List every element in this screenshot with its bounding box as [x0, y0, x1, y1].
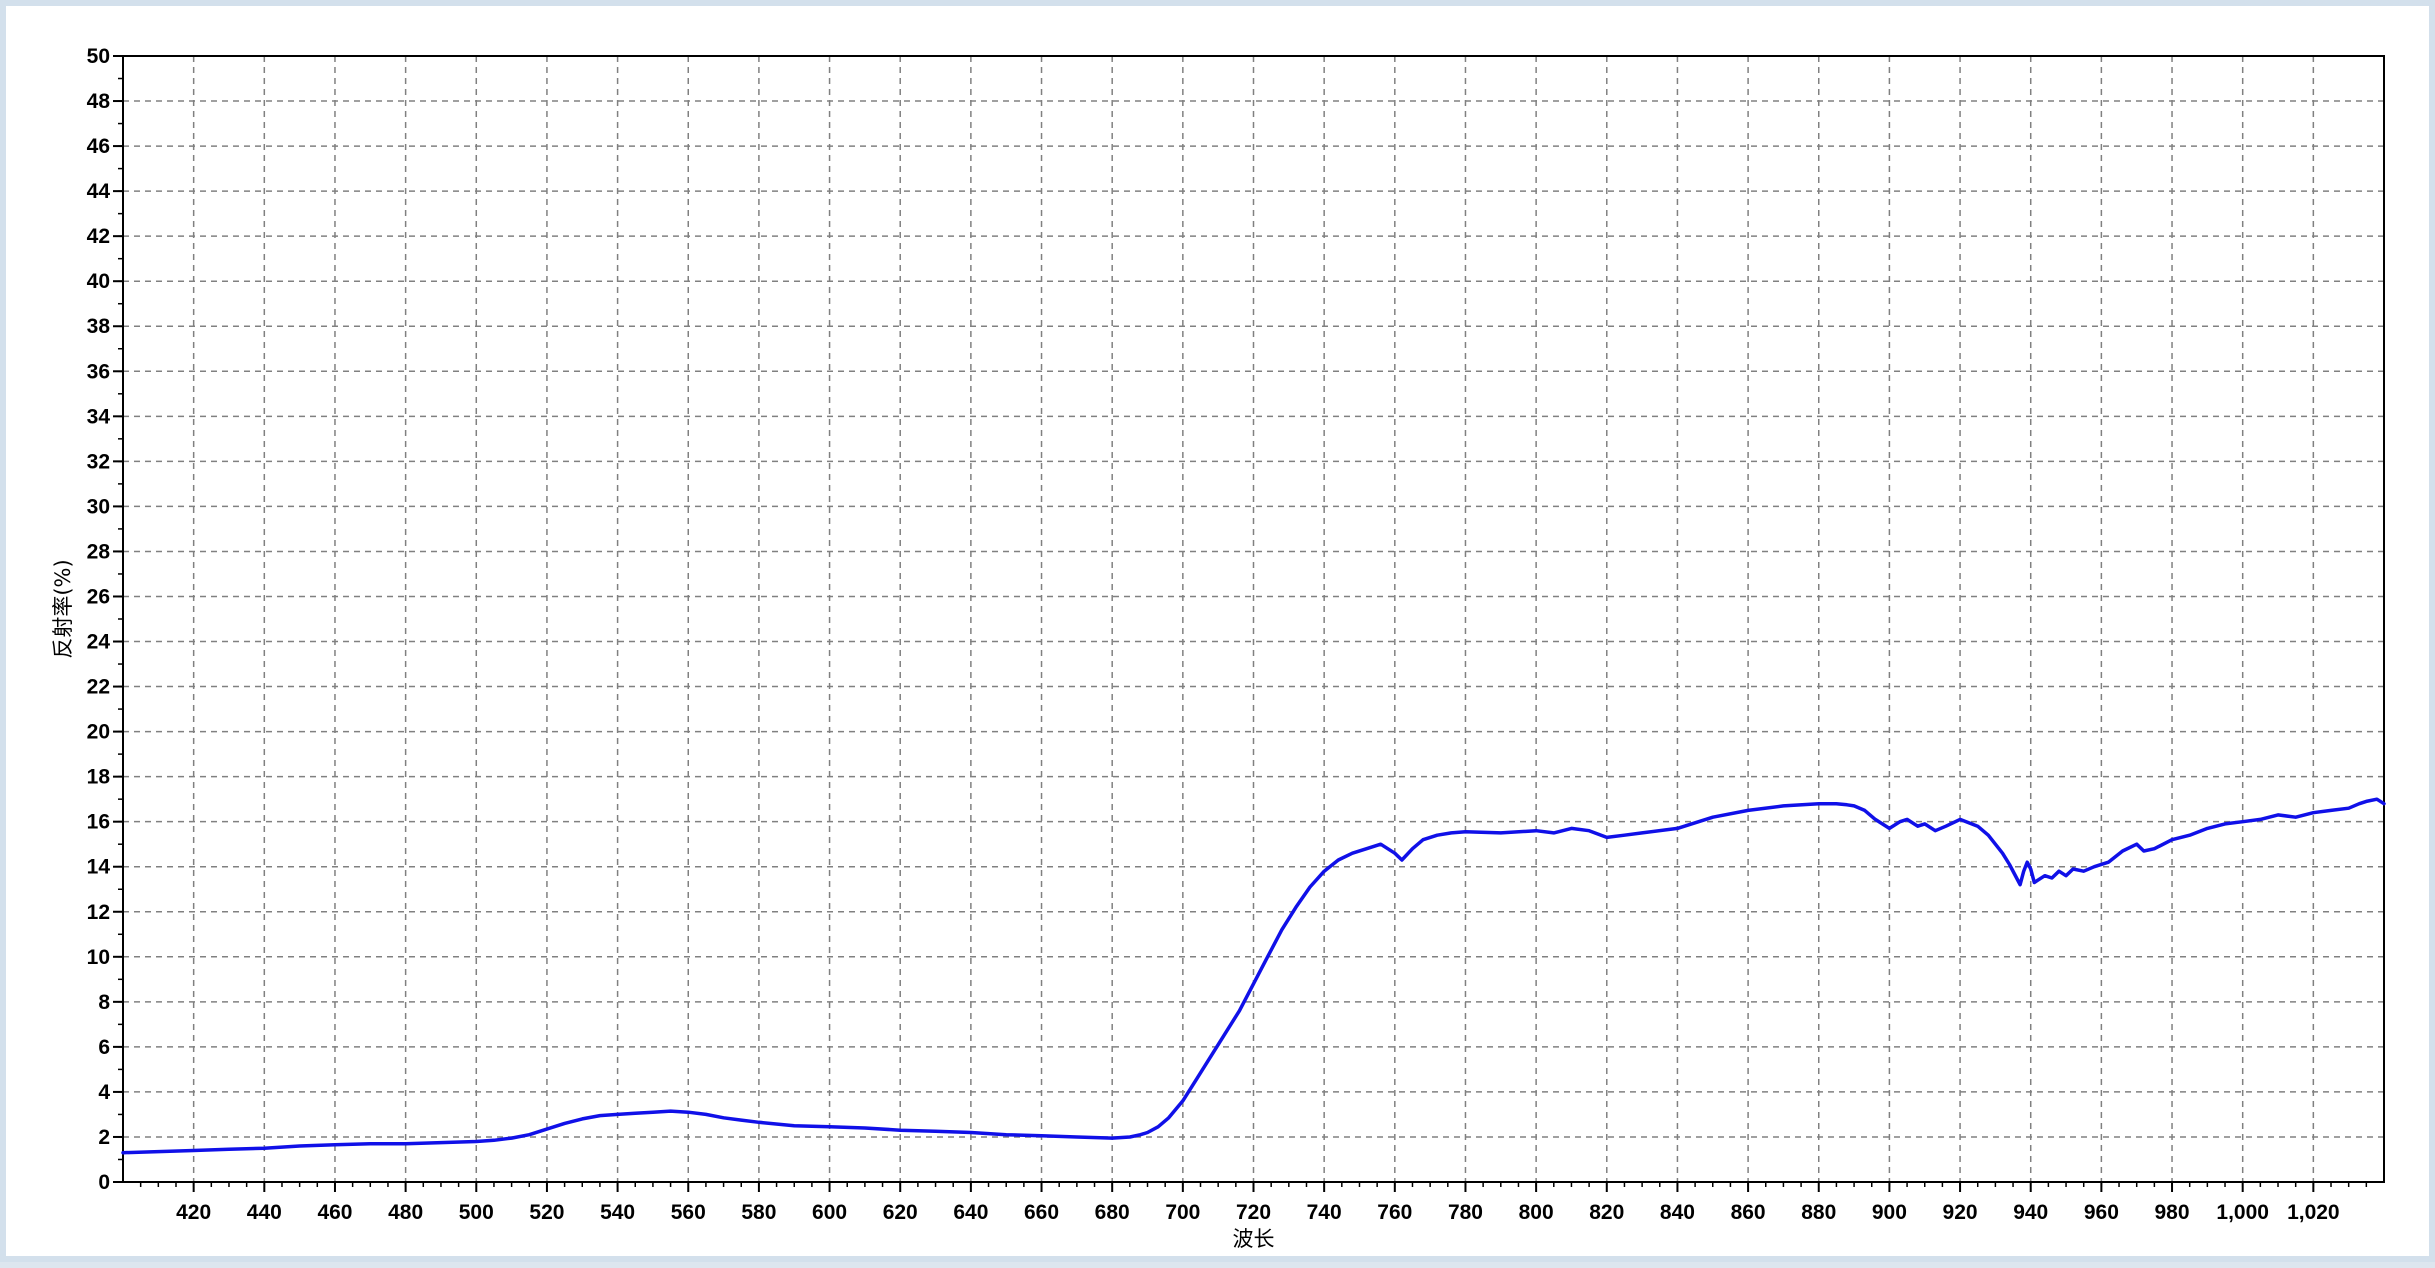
y-tick-label: 24: [87, 631, 111, 654]
chart-frame: 420 440 460 480 500 520 540 560 580 600 620 640 660 6…: [0, 0, 2435, 1262]
y-tick-label: 40: [87, 270, 110, 293]
grid: [123, 56, 2384, 1182]
y-tick-label: 16: [87, 811, 110, 834]
x-tick-label: 960: [2084, 1201, 2119, 1224]
x-tick-label: 1,020: [2287, 1201, 2340, 1224]
y-tick-label: 46: [87, 135, 110, 158]
x-tick-label: 640: [953, 1201, 988, 1224]
line-chart: 420 440 460 480 500 520 540 560 580 600 620 640 660 6…: [51, 45, 2386, 1251]
x-tick-label: 880: [1801, 1201, 1836, 1224]
x-tick-label: 700: [1165, 1201, 1200, 1224]
x-tick-label: 440: [247, 1201, 282, 1224]
y-tick-label: 6: [98, 1036, 110, 1059]
x-tick-label: 520: [529, 1201, 564, 1224]
x-axis-title: 波长: [1233, 1227, 1275, 1251]
x-tick-label: 480: [388, 1201, 423, 1224]
y-tick-label: 2: [98, 1126, 110, 1149]
x-tick-label: 720: [1236, 1201, 1271, 1224]
x-tick-label: 620: [883, 1201, 918, 1224]
x-tick-label: 1,000: [2216, 1201, 2269, 1224]
x-tick-label: 580: [741, 1201, 776, 1224]
y-tick-label: 38: [87, 315, 111, 338]
y-tick-label: 42: [87, 225, 110, 248]
y-tick-label: 48: [87, 90, 111, 113]
x-tick-label: 500: [459, 1201, 494, 1224]
y-axis-tick-labels: 0246810121416182022242628303234363840424…: [87, 45, 111, 1194]
y-axis-title: 反射率(%): [51, 559, 75, 658]
x-tick-label: 540: [600, 1201, 635, 1224]
x-tick-label: 980: [2155, 1201, 2190, 1224]
y-tick-label: 4: [98, 1081, 110, 1104]
y-tick-label: 0: [98, 1171, 110, 1194]
x-tick-label: 460: [317, 1201, 352, 1224]
x-tick-label: 840: [1660, 1201, 1695, 1224]
x-tick-label: 940: [2013, 1201, 2048, 1224]
y-tick-label: 34: [87, 405, 111, 428]
y-tick-label: 20: [87, 721, 110, 744]
y-tick-label: 10: [87, 946, 110, 969]
y-tick-label: 50: [87, 45, 110, 68]
x-axis-tick-labels: 420 440 460 480 500 520 540 560 580 600 620 640 660 6…: [176, 1201, 2339, 1224]
y-tick-label: 14: [87, 856, 111, 879]
x-tick-label: 900: [1872, 1201, 1907, 1224]
x-tick-label: 820: [1589, 1201, 1624, 1224]
y-tick-label: 26: [87, 585, 110, 608]
x-tick-label: 800: [1519, 1201, 1554, 1224]
y-tick-label: 12: [87, 901, 110, 924]
x-tick-label: 660: [1024, 1201, 1059, 1224]
x-tick-label: 560: [671, 1201, 706, 1224]
x-tick-label: 780: [1448, 1201, 1483, 1224]
x-tick-label: 860: [1731, 1201, 1766, 1224]
x-tick-label: 420: [176, 1201, 211, 1224]
x-tick-label: 740: [1307, 1201, 1342, 1224]
y-tick-label: 30: [87, 495, 110, 518]
x-tick-label: 680: [1095, 1201, 1130, 1224]
y-tick-label: 28: [87, 540, 111, 563]
y-tick-label: 32: [87, 450, 110, 473]
axis-ticks: [113, 55, 2368, 1192]
y-tick-label: 22: [87, 676, 110, 699]
y-tick-label: 44: [87, 180, 111, 203]
x-tick-label: 920: [1943, 1201, 1978, 1224]
y-tick-label: 8: [98, 991, 110, 1014]
x-tick-label: 600: [812, 1201, 847, 1224]
x-tick-label: 760: [1377, 1201, 1412, 1224]
y-tick-label: 18: [87, 766, 111, 789]
y-tick-label: 36: [87, 360, 110, 383]
